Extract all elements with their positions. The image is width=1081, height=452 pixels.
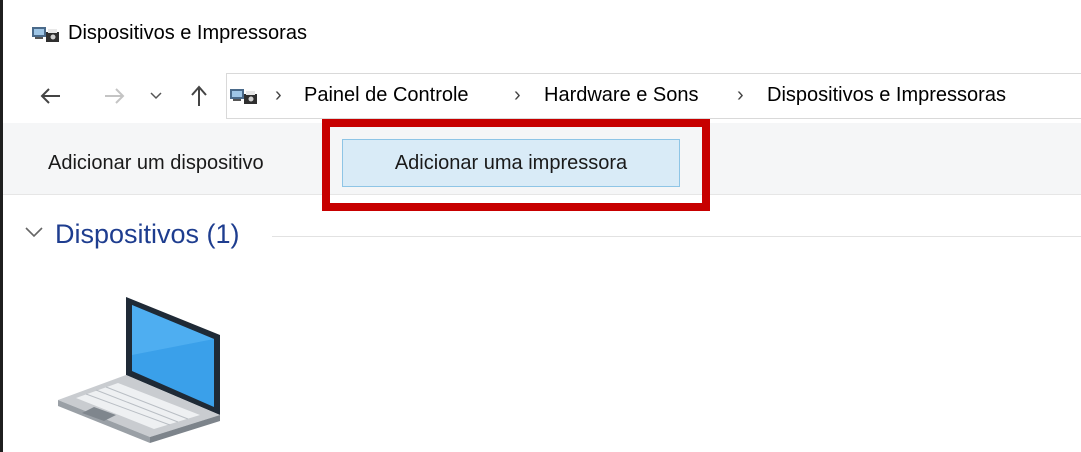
title-bar: Dispositivos e Impressoras <box>0 0 1081 66</box>
up-arrow-icon[interactable] <box>186 72 212 120</box>
devices-printers-icon <box>32 27 59 42</box>
breadcrumb-item-painel[interactable]: Painel de Controle <box>304 84 469 107</box>
group-collapse-chevron-icon[interactable] <box>24 222 44 242</box>
breadcrumb-item-dispositivos[interactable]: Dispositivos e Impressoras <box>767 84 1006 107</box>
group-title[interactable]: Dispositivos (1) <box>55 219 240 250</box>
chevron-down-icon[interactable] <box>146 72 166 120</box>
devices-printers-icon <box>230 89 257 104</box>
forward-arrow-icon[interactable] <box>97 72 131 120</box>
laptop-icon[interactable] <box>50 295 240 445</box>
highlight-box <box>322 119 710 211</box>
breadcrumb-separator[interactable]: › <box>514 84 521 107</box>
window-left-border <box>0 0 3 452</box>
breadcrumb-separator[interactable]: › <box>275 84 282 107</box>
breadcrumb-item-hardware[interactable]: Hardware e Sons <box>544 84 699 107</box>
add-device-button[interactable]: Adicionar um dispositivo <box>48 152 264 175</box>
group-divider <box>272 236 1081 237</box>
breadcrumb-separator[interactable]: › <box>737 84 744 107</box>
back-arrow-icon[interactable] <box>34 72 68 120</box>
window-title: Dispositivos e Impressoras <box>68 22 307 44</box>
